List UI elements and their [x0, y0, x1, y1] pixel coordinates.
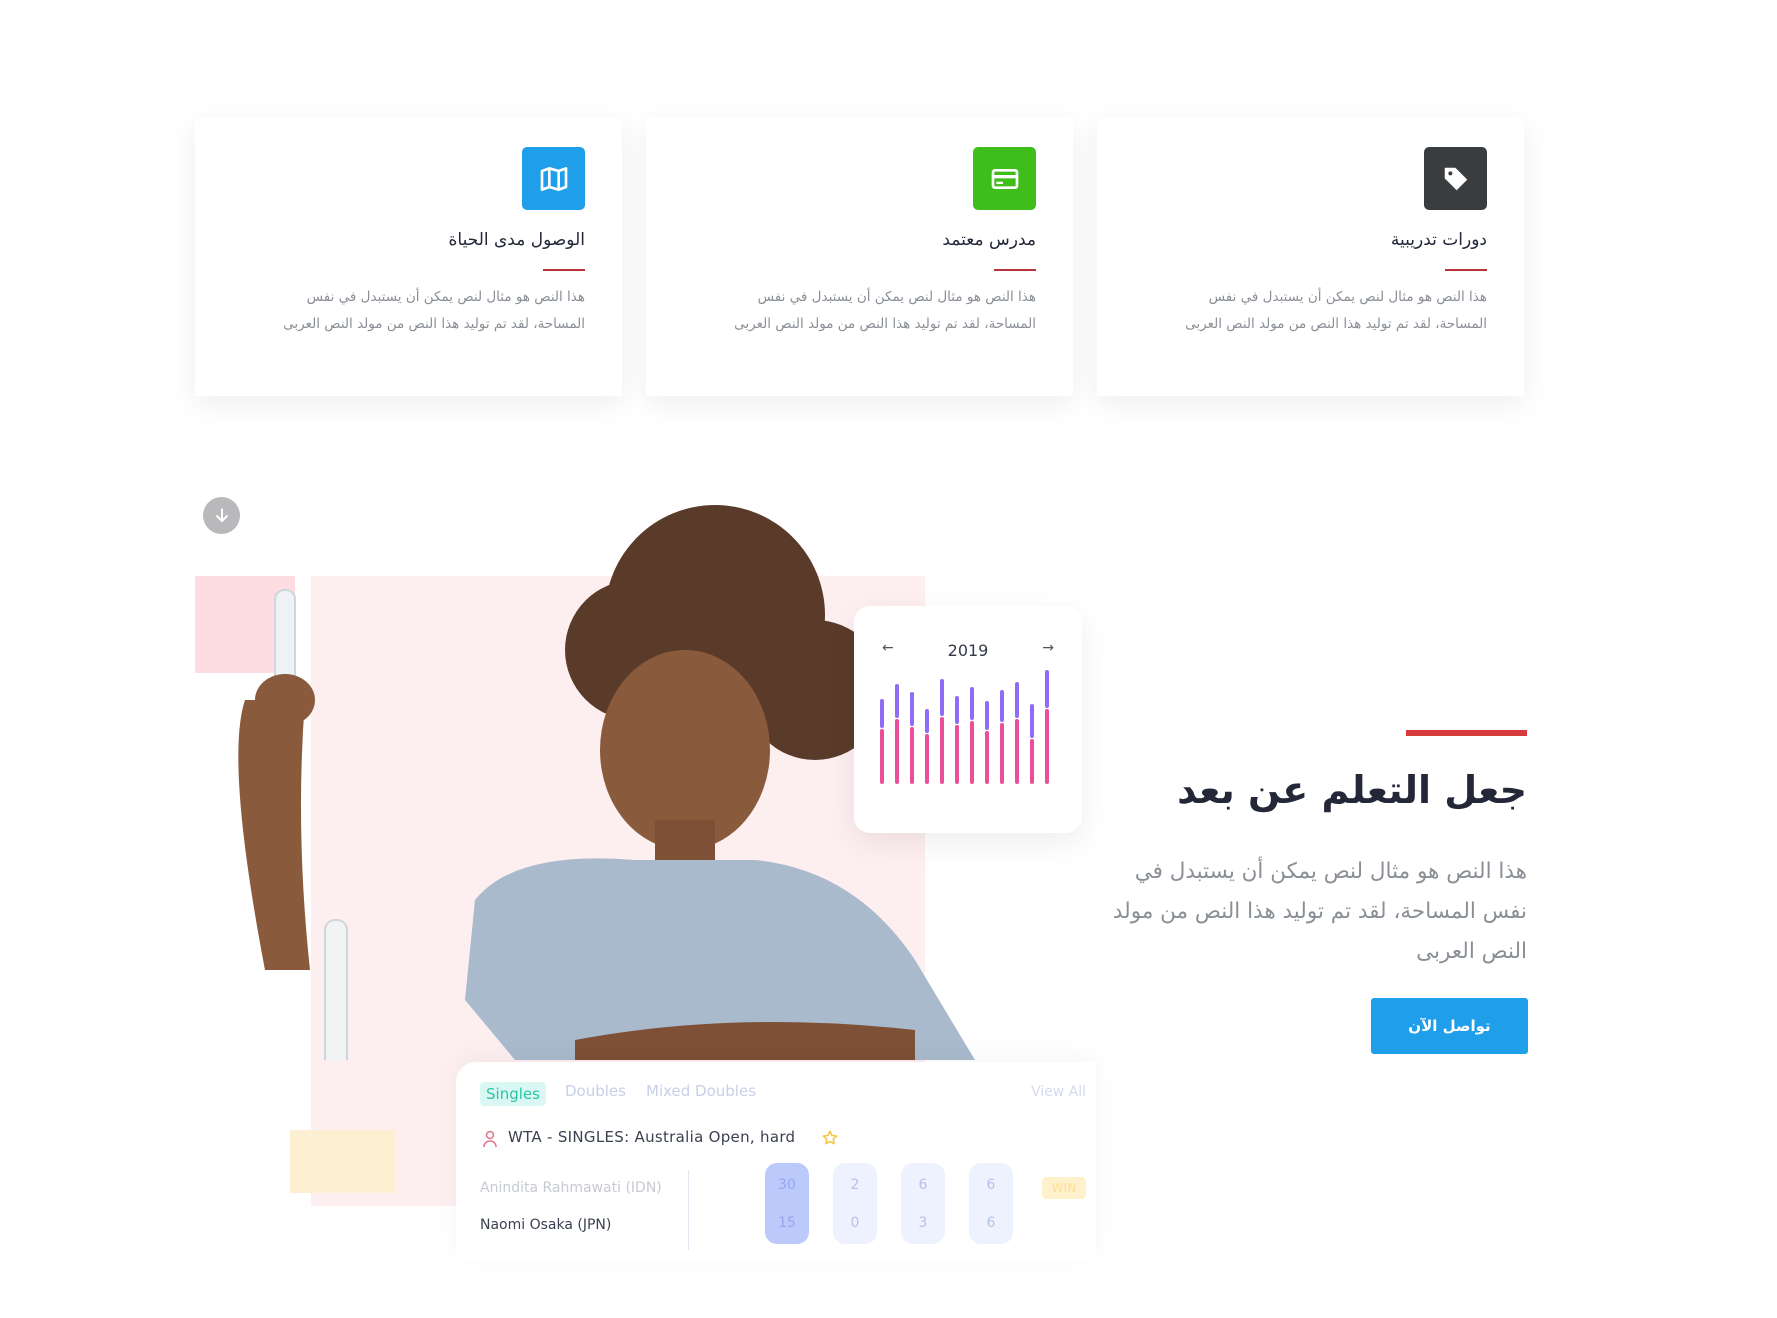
feature-title: مدرس معتمد	[942, 230, 1036, 250]
set-score: 20	[833, 1163, 877, 1244]
feature-card-lifetime: الوصول مدى الحياة هذا النص هو مثال لنص ي…	[195, 117, 622, 396]
feature-title: دورات تدريبية	[1390, 230, 1487, 250]
feature-card-instructor: مدرس معتمد هذا النص هو مثال لنص يمكن أن …	[646, 117, 1073, 396]
star-icon[interactable]	[821, 1129, 839, 1147]
feature-divider	[543, 269, 585, 271]
user-icon	[483, 1130, 497, 1148]
hero-description: هذا النص هو مثال لنص يمكن أن يستبدل في ن…	[1112, 859, 1527, 964]
column-divider	[688, 1170, 689, 1250]
tag-icon	[1424, 147, 1487, 210]
win-badge: WIN	[1042, 1177, 1086, 1199]
map-icon	[522, 147, 585, 210]
contact-now-button[interactable]: تواصل الآن	[1371, 998, 1528, 1054]
match-title: WTA - SINGLES: Australia Open, hard	[508, 1128, 796, 1146]
title-accent-line	[1406, 730, 1527, 736]
feature-text: هذا النص هو مثال لنص يمكن أن يستبدل في ن…	[283, 289, 585, 332]
set-score: 30 15	[765, 1163, 809, 1244]
tab-mixed-doubles[interactable]: Mixed Doubles	[646, 1082, 756, 1100]
set-score: 66	[969, 1163, 1013, 1244]
stats-chart-card: ← 2019 →	[854, 606, 1082, 833]
mini-bar-chart	[880, 670, 1049, 784]
credit-card-icon	[973, 147, 1036, 210]
decor-yellow-square	[290, 1130, 395, 1193]
set-score: 63	[901, 1163, 945, 1244]
player-name: Anindita Rahmawati (IDN)	[480, 1180, 662, 1196]
player-name: Naomi Osaka (JPN)	[480, 1217, 612, 1233]
tab-doubles[interactable]: Doubles	[565, 1082, 626, 1100]
feature-card-courses: دورات تدريبية هذا النص هو مثال لنص يمكن …	[1097, 117, 1524, 396]
feature-text: هذا النص هو مثال لنص يمكن أن يستبدل في ن…	[734, 289, 1036, 332]
feature-title: الوصول مدى الحياة	[448, 230, 586, 250]
feature-divider	[1445, 269, 1487, 271]
feature-divider	[994, 269, 1036, 271]
score-card: Singles Doubles Mixed Doubles View All W…	[456, 1062, 1096, 1262]
tab-singles[interactable]: Singles	[480, 1082, 546, 1106]
page-title: جعل التعلم عن بعد	[1177, 768, 1527, 812]
view-all-link[interactable]: View All	[1031, 1084, 1086, 1100]
feature-text: هذا النص هو مثال لنص يمكن أن يستبدل في ن…	[1185, 289, 1487, 332]
